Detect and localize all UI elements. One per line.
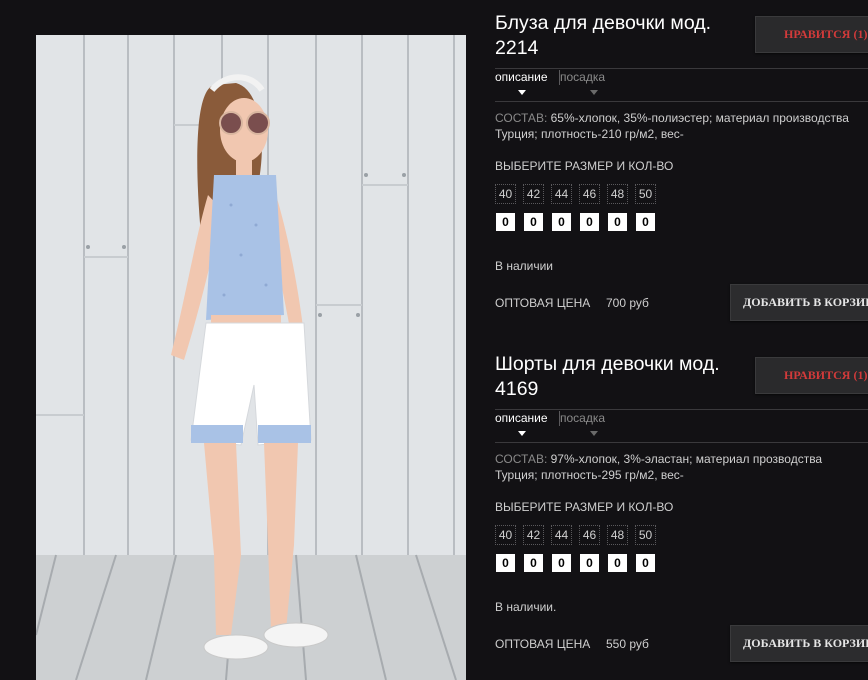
price-label: ОПТОВАЯ ЦЕНА bbox=[495, 637, 591, 651]
quantity-input[interactable]: 0 bbox=[496, 554, 515, 572]
add-to-cart-button[interactable]: ДОБАВИТЬ В КОРЗИНУ bbox=[730, 284, 868, 321]
size-option: 40 bbox=[495, 184, 516, 204]
product-photo bbox=[36, 35, 466, 680]
stock-status: В наличии bbox=[495, 259, 554, 273]
size-option: 48 bbox=[607, 525, 628, 545]
size-option: 50 bbox=[635, 525, 656, 545]
tab-fit-caret-icon bbox=[590, 431, 598, 436]
product-model-number: 2214 bbox=[495, 37, 539, 59]
size-prompt: ВЫБЕРИТЕ РАЗМЕР И КОЛ-ВО bbox=[495, 159, 674, 173]
price-label: ОПТОВАЯ ЦЕНА bbox=[495, 296, 591, 310]
price-value: 550 руб bbox=[606, 637, 649, 651]
quantity-input[interactable]: 0 bbox=[608, 213, 627, 231]
divider bbox=[495, 101, 868, 102]
quantity-input[interactable]: 0 bbox=[608, 554, 627, 572]
size-option: 50 bbox=[635, 184, 656, 204]
quantity-input[interactable]: 0 bbox=[496, 213, 515, 231]
like-button[interactable]: НРАВИТСЯ (1) bbox=[755, 357, 868, 394]
composition-text: СОСТАВ: 65%-хлопок, 35%-полиэстер; матер… bbox=[495, 110, 868, 142]
composition-label: СОСТАВ: bbox=[495, 452, 548, 466]
quantity-input[interactable]: 0 bbox=[636, 213, 655, 231]
composition-value: 65%-хлопок, 35%-полиэстер; материал прои… bbox=[495, 111, 849, 141]
product-title-line1: Шорты для девочки мод. bbox=[495, 353, 720, 375]
divider bbox=[495, 409, 868, 410]
divider bbox=[495, 68, 868, 69]
like-button[interactable]: НРАВИТСЯ (1) bbox=[755, 16, 868, 53]
composition-label: СОСТАВ: bbox=[495, 111, 548, 125]
tab-description-caret-icon bbox=[518, 90, 526, 95]
add-to-cart-button[interactable]: ДОБАВИТЬ В КОРЗИНУ bbox=[730, 625, 868, 662]
size-option: 44 bbox=[551, 525, 572, 545]
size-option: 48 bbox=[607, 184, 628, 204]
size-option: 42 bbox=[523, 525, 544, 545]
size-option: 40 bbox=[495, 525, 516, 545]
size-option: 46 bbox=[579, 525, 600, 545]
product-model-number: 4169 bbox=[495, 378, 539, 400]
product-photo-image bbox=[36, 35, 466, 680]
quantity-input[interactable]: 0 bbox=[524, 554, 543, 572]
tab-description[interactable]: описание bbox=[495, 70, 548, 84]
tab-description-caret-icon bbox=[518, 431, 526, 436]
tab-fit[interactable]: посадка bbox=[560, 411, 605, 425]
quantity-input[interactable]: 0 bbox=[552, 213, 571, 231]
product-title: Шорты для девочки мод. 4169 bbox=[495, 352, 740, 402]
tab-fit-caret-icon bbox=[590, 90, 598, 95]
size-option: 46 bbox=[579, 184, 600, 204]
product-title-line1: Блуза для девочки мод. bbox=[495, 12, 712, 34]
size-option: 42 bbox=[523, 184, 544, 204]
quantity-input[interactable]: 0 bbox=[636, 554, 655, 572]
quantity-input[interactable]: 0 bbox=[580, 213, 599, 231]
tab-description[interactable]: описание bbox=[495, 411, 548, 425]
price-value: 700 руб bbox=[606, 296, 649, 310]
size-option: 44 bbox=[551, 184, 572, 204]
composition-text: СОСТАВ: 97%-хлопок, 3%-эластан; материал… bbox=[495, 451, 868, 483]
quantity-input[interactable]: 0 bbox=[580, 554, 599, 572]
divider bbox=[495, 442, 868, 443]
size-prompt: ВЫБЕРИТЕ РАЗМЕР И КОЛ-ВО bbox=[495, 500, 674, 514]
quantity-input[interactable]: 0 bbox=[524, 213, 543, 231]
tab-fit[interactable]: посадка bbox=[560, 70, 605, 84]
stock-status: В наличии. bbox=[495, 600, 557, 614]
quantity-input[interactable]: 0 bbox=[552, 554, 571, 572]
product-title: Блуза для девочки мод. 2214 bbox=[495, 11, 740, 61]
